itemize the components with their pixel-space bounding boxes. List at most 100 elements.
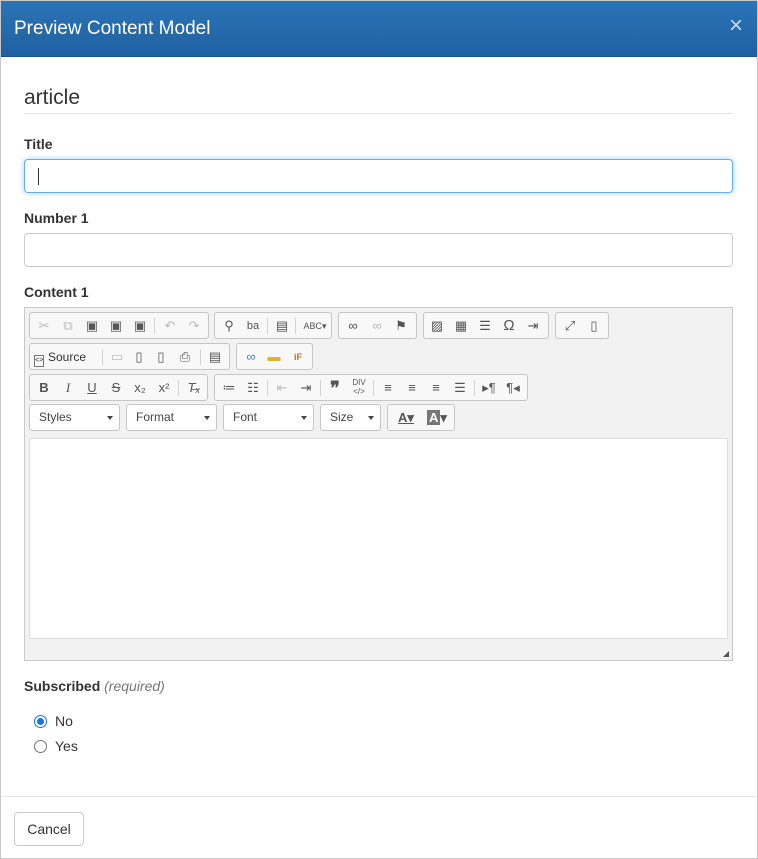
paste-word-icon[interactable]: ▣ — [129, 316, 151, 336]
text-cursor — [38, 168, 39, 185]
copy-icon[interactable]: ⧉ — [57, 316, 79, 336]
toolbar-separator — [178, 380, 179, 396]
cut-icon[interactable]: ✂ — [33, 316, 55, 336]
new-page-icon[interactable]: ▯ — [128, 347, 150, 367]
close-icon[interactable]: × — [729, 13, 743, 39]
radio-option-yes[interactable]: Yes — [34, 737, 78, 755]
rtl-direction-icon[interactable]: ¶◂ — [502, 378, 524, 398]
source-label: Source — [48, 350, 87, 364]
toolbar-colors-group: A▾ A ▾ — [387, 404, 455, 431]
toolbar-paragraph-group: ≔ ☷ ⇤ ⇥ ❞ DIV </> ≡ ≡ ≡ ☰ ▸¶ ¶◂ — [214, 374, 528, 401]
special-char-icon[interactable]: Ω — [498, 316, 520, 336]
numbered-list-icon[interactable]: ≔ — [218, 378, 240, 398]
link-chain-icon[interactable]: ∞ — [240, 347, 262, 367]
content-1-label: Content 1 — [24, 284, 89, 300]
bg-color-glyph: A — [427, 410, 441, 425]
toolbar-separator — [320, 380, 321, 396]
toolbar-separator — [267, 318, 268, 334]
radio-option-no[interactable]: No — [34, 712, 73, 730]
print-icon[interactable]: ⎙ — [174, 347, 196, 367]
radio-button-yes[interactable] — [34, 740, 47, 753]
bold-icon[interactable]: B — [33, 378, 55, 398]
toolbar-separator — [200, 349, 201, 365]
preview-content-model-dialog: Preview Content Model × article Title Nu… — [0, 0, 758, 859]
anchor-icon[interactable]: ⚑ — [390, 316, 412, 336]
number-1-label: Number 1 — [24, 210, 89, 226]
subscript-icon[interactable]: x₂ — [129, 378, 151, 398]
resize-handle-icon[interactable] — [723, 651, 729, 657]
toolbar-separator — [154, 318, 155, 334]
select-all-icon[interactable]: ▤ — [271, 316, 293, 336]
image-icon[interactable]: ▨ — [426, 316, 448, 336]
superscript-icon[interactable]: x² — [153, 378, 175, 398]
horizontal-rule-icon[interactable]: ☰ — [474, 316, 496, 336]
cancel-button[interactable]: Cancel — [14, 812, 84, 846]
text-color-icon[interactable]: A▾ — [392, 408, 420, 428]
indent-icon[interactable]: ⇥ — [295, 378, 317, 398]
templates-icon[interactable]: ▤ — [204, 347, 226, 367]
maximize-icon[interactable]: ⤢ — [559, 316, 581, 336]
content-type-heading: article — [24, 85, 733, 114]
unlink-icon[interactable]: ∞ — [366, 316, 388, 336]
create-div-icon[interactable]: DIV </> — [348, 378, 370, 398]
number-1-input[interactable] — [24, 233, 733, 267]
undo-icon[interactable]: ↶ — [159, 316, 181, 336]
footer-divider — [1, 796, 757, 797]
radio-label-yes: Yes — [55, 738, 78, 754]
flash-icon[interactable]: ▬ — [263, 347, 285, 367]
justify-icon[interactable]: ☰ — [449, 378, 471, 398]
size-dropdown[interactable]: Size — [320, 404, 381, 431]
redo-icon[interactable]: ↷ — [183, 316, 205, 336]
page-break-icon[interactable]: ⇥ — [522, 316, 544, 336]
toolbar-clipboard-group: ✂ ⧉ ▣ ▣ ▣ ↶ ↷ — [29, 312, 209, 339]
toolbar-basicstyles-group: B I U S x₂ x² T̶ₓ — [29, 374, 208, 401]
source-icon: <> — [34, 355, 44, 367]
chevron-down-icon — [107, 416, 113, 420]
underline-icon[interactable]: U — [81, 378, 103, 398]
find-icon[interactable]: ⚲ — [218, 316, 240, 336]
toolbar-media-group: ∞ ▬ iF — [236, 343, 313, 370]
font-label: Font — [233, 410, 258, 424]
editor-content-area[interactable] — [29, 438, 728, 639]
show-blocks-icon[interactable]: ▯ — [583, 316, 605, 336]
chevron-down-icon — [368, 416, 374, 420]
styles-dropdown[interactable]: Styles — [29, 404, 120, 431]
radio-label-no: No — [55, 713, 73, 729]
save-icon[interactable]: ▭ — [106, 347, 128, 367]
italic-icon[interactable]: I — [57, 378, 79, 398]
link-icon[interactable]: ∞ — [342, 316, 364, 336]
font-dropdown[interactable]: Font — [223, 404, 314, 431]
title-label: Title — [24, 136, 53, 152]
bulleted-list-icon[interactable]: ☷ — [242, 378, 264, 398]
background-color-icon[interactable]: A ▾ — [422, 408, 452, 428]
source-button[interactable]: <> Source — [34, 347, 86, 367]
title-input[interactable] — [24, 159, 733, 193]
align-center-icon[interactable]: ≡ — [401, 378, 423, 398]
remove-format-icon[interactable]: T̶ₓ — [183, 378, 205, 398]
paste-icon[interactable]: ▣ — [81, 316, 103, 336]
replace-icon[interactable]: ba — [242, 316, 264, 336]
toolbar-links-group: ∞ ∞ ⚑ — [338, 312, 417, 339]
paste-text-icon[interactable]: ▣ — [105, 316, 127, 336]
strikethrough-icon[interactable]: S — [105, 378, 127, 398]
toolbar-editing-group: ⚲ ba ▤ ABC▾ — [214, 312, 332, 339]
iframe-icon[interactable]: iF — [287, 347, 309, 367]
align-left-icon[interactable]: ≡ — [377, 378, 399, 398]
required-hint: (required) — [104, 678, 165, 694]
toolbar-insert-group: ▨ ▦ ☰ Ω ⇥ — [423, 312, 549, 339]
styles-label: Styles — [39, 410, 72, 424]
ltr-direction-icon[interactable]: ▸¶ — [478, 378, 500, 398]
format-label: Format — [136, 410, 175, 424]
blockquote-icon[interactable]: ❞ — [324, 378, 346, 398]
table-icon[interactable]: ▦ — [450, 316, 472, 336]
modal-title: Preview Content Model — [14, 18, 211, 39]
format-dropdown[interactable]: Format — [126, 404, 217, 431]
subscribed-label-text: Subscribed — [24, 678, 101, 694]
chevron-down-icon — [301, 416, 307, 420]
spellcheck-icon[interactable]: ABC▾ — [301, 316, 329, 336]
rich-text-editor: ✂ ⧉ ▣ ▣ ▣ ↶ ↷ ⚲ ba ▤ ABC▾ ∞ ∞ ⚑ ▨ ▦ ☰ Ω … — [24, 307, 733, 661]
preview-icon[interactable]: ▯ — [150, 347, 172, 367]
outdent-icon[interactable]: ⇤ — [271, 378, 293, 398]
radio-button-no[interactable] — [34, 715, 47, 728]
align-right-icon[interactable]: ≡ — [425, 378, 447, 398]
